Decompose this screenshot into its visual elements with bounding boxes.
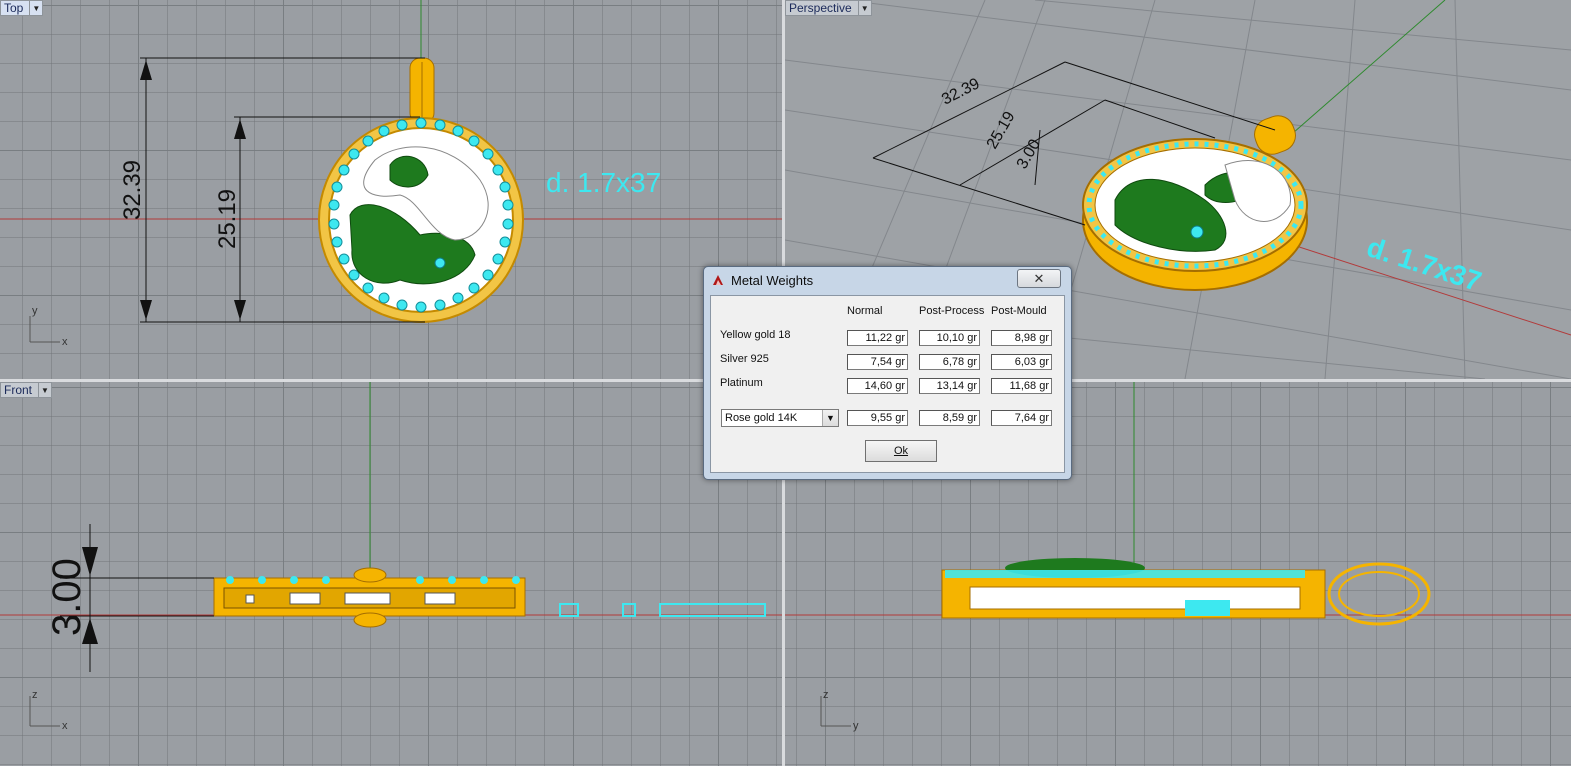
dialog-body: Normal Post-Process Post-Mould Yellow go… xyxy=(710,295,1065,473)
platinum-post-mould-field[interactable]: 11,68 gr xyxy=(991,378,1052,394)
dialog-titlebar[interactable]: Metal Weights ✕ xyxy=(704,267,1071,293)
dim-height-total: 32.39 xyxy=(119,160,146,220)
axis-z-label: z xyxy=(32,689,38,701)
viewport-top-title: Top xyxy=(4,1,24,15)
dialog-title: Metal Weights xyxy=(731,273,814,288)
viewport-front-title: Front xyxy=(4,383,33,397)
dim-height-inner: 25.19 xyxy=(214,189,241,249)
yellow-gold-normal-field[interactable]: 11,22 gr xyxy=(847,330,908,346)
dim-thickness: 3.00 xyxy=(45,558,89,636)
ok-button-label: Ok xyxy=(893,445,909,457)
front-view-scene: 3.00 x z xyxy=(0,382,782,732)
axis-x-label: x xyxy=(62,720,68,732)
yellow-gold-post-process-field[interactable]: 10,10 gr xyxy=(919,330,980,346)
ok-button[interactable]: Ok xyxy=(865,440,937,462)
axis-y-label: y xyxy=(853,720,859,732)
col-header-post-mould: Post-Mould xyxy=(991,305,1047,317)
row-label-silver: Silver 925 xyxy=(720,353,769,365)
close-icon: ✕ xyxy=(1033,270,1045,286)
persp-dim-inner: 25.19 xyxy=(984,109,1019,152)
viewport-top[interactable]: 32.39 25.19 d. 1.7x37 x y Top ▼ xyxy=(0,0,782,379)
row-label-yellow-gold: Yellow gold 18 xyxy=(720,329,791,341)
col-header-post-process: Post-Process xyxy=(919,305,985,317)
platinum-post-process-field[interactable]: 13,14 gr xyxy=(919,378,980,394)
top-view-scene: 32.39 25.19 d. 1.7x37 x y xyxy=(0,0,782,348)
axis-y-label: y xyxy=(32,305,38,317)
custom-post-process-field[interactable]: 8,59 gr xyxy=(919,410,980,426)
silver-normal-field[interactable]: 7,54 gr xyxy=(847,354,908,370)
axis-x-label: x xyxy=(62,336,68,348)
platinum-normal-field[interactable]: 14,60 gr xyxy=(847,378,908,394)
close-button[interactable]: ✕ xyxy=(1017,269,1061,288)
row-label-platinum: Platinum xyxy=(720,377,763,389)
silver-post-process-field[interactable]: 6,78 gr xyxy=(919,354,980,370)
viewport-front[interactable]: 3.00 x z Front ▼ xyxy=(0,382,782,766)
viewport-perspective-title: Perspective xyxy=(789,1,852,15)
viewport-front-label[interactable]: Front ▼ xyxy=(0,382,53,398)
stone-annotation: d. 1.7x37 xyxy=(546,167,661,198)
chevron-down-icon[interactable]: ▼ xyxy=(822,410,838,426)
metal-select-value: Rose gold 14K xyxy=(725,412,798,424)
col-header-normal: Normal xyxy=(847,305,883,317)
chevron-down-icon[interactable]: ▼ xyxy=(38,383,51,397)
persp-dim-thickness: 3.00 xyxy=(1014,136,1044,172)
app-icon xyxy=(713,275,723,285)
metal-weights-dialog: Metal Weights ✕ Normal Post-Process Post… xyxy=(703,266,1072,480)
chevron-down-icon[interactable]: ▼ xyxy=(29,1,42,15)
yellow-gold-post-mould-field[interactable]: 8,98 gr xyxy=(991,330,1052,346)
custom-normal-field[interactable]: 9,55 gr xyxy=(847,410,908,426)
custom-post-mould-field[interactable]: 7,64 gr xyxy=(991,410,1052,426)
viewport-top-label[interactable]: Top ▼ xyxy=(0,0,44,16)
silver-post-mould-field[interactable]: 6,03 gr xyxy=(991,354,1052,370)
viewport-perspective-label[interactable]: Perspective ▼ xyxy=(785,0,872,16)
axis-z-label: z xyxy=(823,689,829,701)
chevron-down-icon[interactable]: ▼ xyxy=(857,1,871,15)
metal-select[interactable]: Rose gold 14K ▼ xyxy=(721,409,839,427)
